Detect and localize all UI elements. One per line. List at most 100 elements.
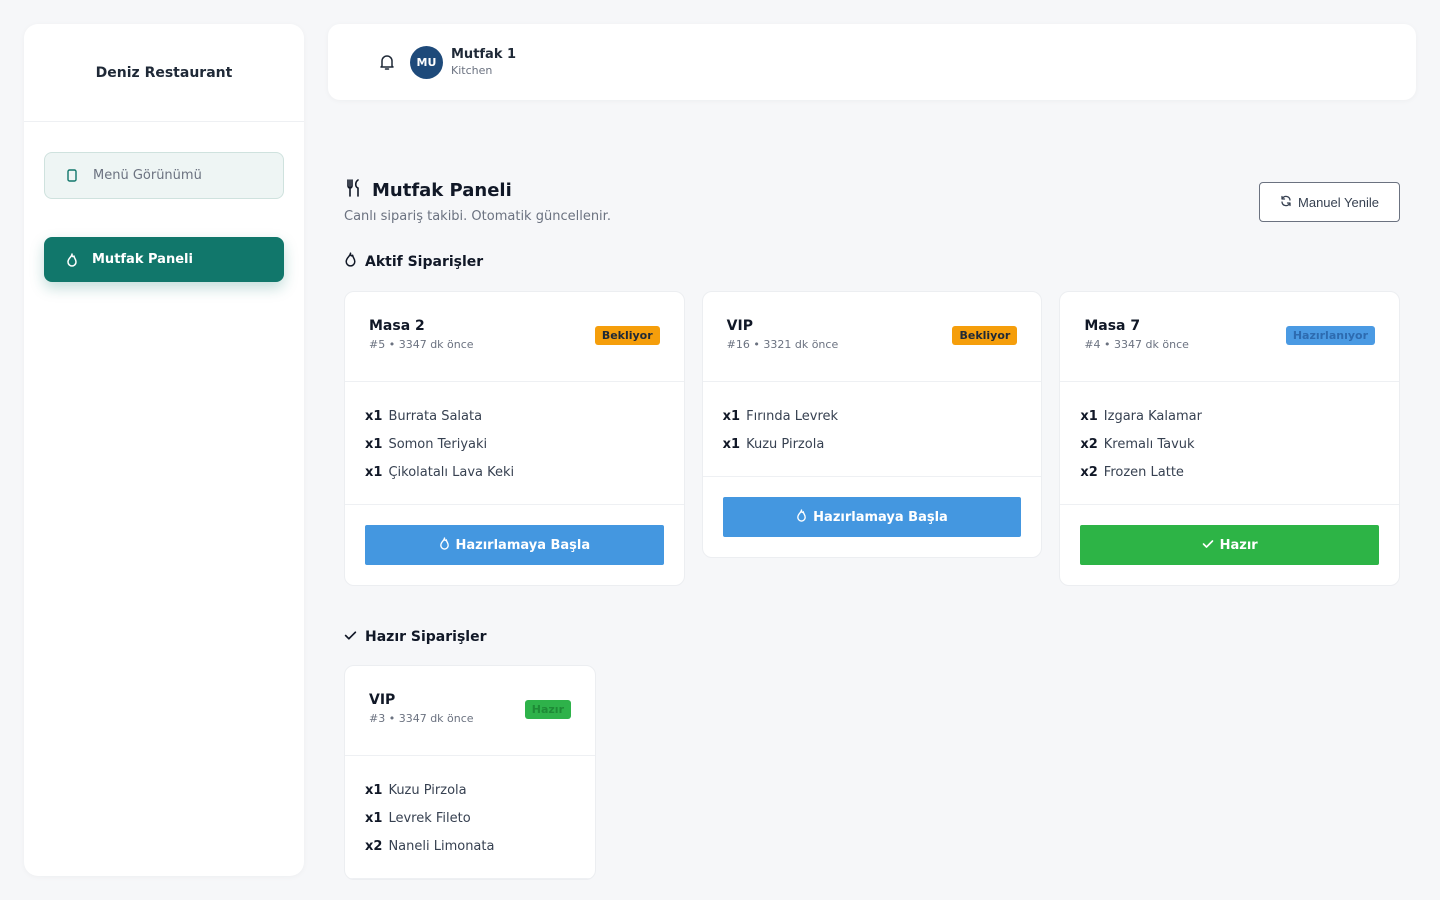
item-qty: x1 [722, 408, 741, 424]
ready-orders-grid: VIP #3 • 3347 dk önce Hazır x1 Kuzu Pirzo… [344, 665, 596, 880]
order-table: Masa 2 [369, 318, 425, 334]
brand-name: Deniz Restaurant [24, 24, 304, 122]
sidebar-item-label: Mutfak Paneli [92, 252, 193, 267]
check-icon [1202, 538, 1214, 553]
phone-icon [67, 169, 93, 182]
order-table: Masa 7 [1084, 318, 1141, 334]
sidebar-item-kitchen-panel[interactable]: Mutfak Paneli [44, 237, 284, 282]
order-table: VIP [369, 692, 396, 708]
manual-refresh-button[interactable]: Manuel Yenile [1259, 182, 1400, 222]
page-title: Mutfak Paneli [344, 178, 611, 203]
order-card: VIP #3 • 3347 dk önce Hazır x1 Kuzu Pirzo… [344, 665, 596, 880]
list-item: x2 Frozen Latte [1080, 458, 1379, 486]
page-title-text: Mutfak Paneli [372, 180, 512, 201]
ready-orders-title: Hazır Siparişler [365, 629, 487, 645]
page-header: Mutfak Paneli Canlı sipariş takibi. Otom… [344, 178, 1400, 224]
item-qty: x1 [365, 782, 383, 798]
item-name: Fırında Levrek [746, 408, 839, 424]
order-card: Masa 2 #5 • 3347 dk önce Bekliyor x1 Burr… [344, 291, 685, 586]
order-card-footer: Hazırlamaya Başla [345, 505, 684, 585]
ready-orders-heading: Hazır Siparişler [344, 629, 486, 645]
list-item: x2 Kremalı Tavuk [1080, 430, 1379, 458]
item-name: Burrata Salata [388, 408, 483, 424]
order-meta: #5 • 3347 dk önce [369, 338, 474, 351]
list-item: x1 Kuzu Pirzola [723, 430, 1022, 458]
button-label: Hazır [1219, 537, 1258, 553]
status-badge: Hazırlanıyor [1285, 326, 1376, 345]
active-orders-heading: Aktif Siparişler [344, 252, 1400, 271]
flame-icon [344, 252, 357, 271]
list-item: x1 Somon Teriyaki [365, 430, 664, 458]
item-name: Naneli Limonata [388, 838, 495, 854]
sidebar: Deniz Restaurant Menü Görünümü Mutfak Pa… [24, 24, 304, 876]
list-item: x1 Burrata Salata [365, 402, 664, 430]
mark-ready-button[interactable]: Hazır [1080, 525, 1380, 565]
user-info: Mutfak 1 Kitchen [451, 47, 516, 77]
item-qty: x1 [365, 810, 383, 826]
status-badge: Hazır [524, 700, 571, 719]
order-card-header: VIP #16 • 3321 dk önce Bekliyor [702, 292, 1042, 382]
order-meta: #3 • 3347 dk önce [369, 712, 474, 725]
item-qty: x1 [722, 436, 741, 452]
item-name: Kuzu Pirzola [388, 782, 467, 798]
avatar[interactable]: MU [410, 45, 443, 79]
list-item: x1 Fırında Levrek [723, 402, 1022, 430]
active-orders-grid: Masa 2 #5 • 3347 dk önce Bekliyor x1 Burr… [344, 291, 1401, 586]
manual-refresh-label: Manuel Yenile [1298, 194, 1379, 210]
item-name: Frozen Latte [1103, 464, 1184, 480]
order-card-header: VIP #3 • 3347 dk önce Hazır [345, 666, 595, 756]
sidebar-nav: Menü Görünümü Mutfak Paneli [24, 122, 304, 350]
sidebar-item-label: Menü Görünümü [93, 168, 202, 183]
order-table: VIP [726, 318, 753, 334]
item-qty: x1 [365, 436, 383, 452]
start-preparing-button[interactable]: Hazırlamaya Başla [365, 525, 664, 565]
order-card: Masa 7 #4 • 3347 dk önce Hazırlanıyor x1… [1059, 291, 1401, 586]
flame-icon [439, 536, 450, 554]
order-items: x1 Izgara Kalamar x2 Kremalı Tavuk x2 Froze… [1060, 382, 1400, 505]
item-qty: x2 [365, 838, 383, 854]
main-content: Mutfak Paneli Canlı sipariş takibi. Otom… [344, 178, 1401, 880]
order-items: x1 Burrata Salata x1 Somon Teriyaki x1 Çiko… [345, 382, 684, 505]
item-name: Somon Teriyaki [388, 436, 488, 452]
status-badge: Bekliyor [952, 326, 1018, 345]
start-preparing-button[interactable]: Hazırlamaya Başla [722, 497, 1022, 537]
item-qty: x2 [1080, 464, 1098, 480]
status-badge: Bekliyor [594, 326, 660, 345]
button-label: Hazırlamaya Başla [813, 509, 948, 525]
item-qty: x1 [1080, 408, 1098, 424]
order-card-header: Masa 7 #4 • 3347 dk önce Hazırlanıyor [1060, 292, 1400, 382]
sidebar-item-menu-view[interactable]: Menü Görünümü [44, 152, 284, 199]
list-item: x1 Çikolatalı Lava Keki [365, 458, 664, 486]
order-card-header: Masa 2 #5 • 3347 dk önce Bekliyor [345, 292, 684, 382]
item-qty: x1 [365, 464, 383, 480]
list-item: x1 Levrek Fileto [365, 804, 575, 832]
order-meta: #16 • 3321 dk önce [726, 338, 839, 351]
order-card-footer: Hazırlamaya Başla [703, 477, 1042, 557]
utensils-icon [344, 178, 364, 203]
flame-icon [796, 508, 807, 526]
order-card: VIP #16 • 3321 dk önce Bekliyor x1 Fırınd… [701, 291, 1043, 558]
order-items: x1 Kuzu Pirzola x1 Levrek Fileto x2 Naneli … [345, 756, 595, 879]
order-meta: #4 • 3347 dk önce [1084, 338, 1189, 351]
item-name: Kremalı Tavuk [1103, 436, 1195, 452]
item-name: Kuzu Pirzola [746, 436, 825, 452]
order-items: x1 Fırında Levrek x1 Kuzu Pirzola [702, 382, 1042, 477]
button-label: Hazırlamaya Başla [455, 537, 591, 553]
list-item: x1 Kuzu Pirzola [365, 776, 575, 804]
refresh-icon [1280, 195, 1292, 210]
list-item: x2 Naneli Limonata [365, 832, 575, 860]
item-name: Levrek Fileto [388, 810, 471, 826]
list-item: x1 Izgara Kalamar [1080, 402, 1379, 430]
item-qty: x2 [1080, 436, 1098, 452]
item-qty: x1 [365, 408, 383, 424]
item-name: Çikolatalı Lava Keki [388, 464, 515, 480]
user-role: Kitchen [451, 64, 493, 77]
top-bar: MU Mutfak 1 Kitchen [328, 24, 1416, 100]
page-subtitle: Canlı sipariş takibi. Otomatik güncellen… [344, 209, 611, 224]
flame-icon [66, 252, 92, 267]
item-name: Izgara Kalamar [1103, 408, 1202, 424]
order-card-footer: Hazır [1060, 505, 1399, 585]
user-name: Mutfak 1 [451, 47, 517, 62]
check-icon [344, 629, 357, 645]
bell-icon[interactable] [376, 51, 398, 73]
